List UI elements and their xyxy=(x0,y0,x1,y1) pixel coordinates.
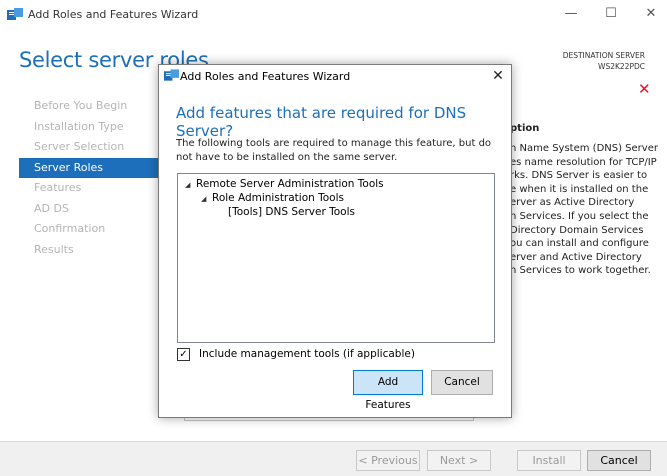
description-line: es name resolution for TCP/IP xyxy=(510,156,657,168)
required-features-tree[interactable]: ◢ Remote Server Administration Tools ◢ Rol… xyxy=(177,173,495,343)
minimize-icon[interactable]: — xyxy=(556,4,586,24)
next-button[interactable]: Next > xyxy=(427,450,491,471)
tree-item[interactable]: ◢ Role Administration Tools xyxy=(201,192,344,204)
nav-item-confirmation: Confirmation xyxy=(34,222,106,235)
maximize-icon[interactable]: ☐ xyxy=(596,4,626,24)
description-line: erver as Active Directory xyxy=(510,197,635,209)
description-text: n Name System (DNS) Server es name resol… xyxy=(510,142,660,278)
error-icon[interactable]: ✕ xyxy=(638,80,651,98)
close-icon[interactable]: ✕ xyxy=(636,4,666,24)
nav-item-results: Results xyxy=(34,242,74,256)
dialog-body-text: The following tools are required to mana… xyxy=(176,138,492,163)
dialog-heading: Add features that are required for DNS S… xyxy=(176,104,467,140)
dialog-titlebar: Add Roles and Features Wizard ✕ xyxy=(159,65,511,87)
dialog-title: Add Roles and Features Wizard xyxy=(180,70,351,83)
wizard-footer: < Previous Next > Install Cancel xyxy=(0,441,667,476)
dialog-cancel-button[interactable]: Cancel xyxy=(431,370,493,395)
window-title: Add Roles and Features Wizard xyxy=(28,8,199,21)
include-tools-label: Include management tools (if applicable) xyxy=(199,348,415,360)
description-line: ou can install and configure xyxy=(510,238,649,250)
tree-item[interactable]: ◢ Remote Server Administration Tools xyxy=(185,178,384,190)
description-line: erver and Active Directory xyxy=(510,251,642,263)
previous-button[interactable]: < Previous xyxy=(356,450,420,471)
description-line: n Services to work together. xyxy=(510,265,651,277)
description-line: Directory Domain Services xyxy=(510,224,644,236)
destination-server-name: WS2K22PDC xyxy=(598,62,645,71)
server-manager-icon xyxy=(7,8,23,20)
server-manager-icon xyxy=(164,69,179,81)
include-tools-checkbox[interactable]: ✓ xyxy=(177,348,190,361)
description-line: n Name System (DNS) Server xyxy=(510,143,658,154)
destination-server: DESTINATION SERVER WS2K22PDC xyxy=(563,50,645,72)
description-line: rks. DNS Server is easier to xyxy=(510,170,648,182)
install-button[interactable]: Install xyxy=(517,450,581,471)
tree-item[interactable]: [Tools] DNS Server Tools xyxy=(228,206,355,218)
nav-item-ad-ds: AD DS xyxy=(34,201,69,215)
nav-item-before-you-begin: Before You Begin xyxy=(34,99,128,112)
window-titlebar: Add Roles and Features Wizard — ☐ ✕ xyxy=(0,0,667,29)
nav-item-installation-type: Installation Type xyxy=(34,119,124,133)
roles-list-edge xyxy=(184,418,474,421)
nav-item-features: Features xyxy=(34,181,82,194)
nav-item-server-roles[interactable]: Server Roles xyxy=(19,157,158,178)
description-line: n Services. If you select the xyxy=(510,210,649,222)
destination-label: DESTINATION SERVER xyxy=(562,51,645,60)
nav-item-server-selection: Server Selection xyxy=(34,140,125,153)
tree-item-label: Remote Server Administration Tools xyxy=(196,178,384,190)
cancel-button[interactable]: Cancel xyxy=(587,450,651,471)
expand-arrow-icon[interactable]: ◢ xyxy=(185,181,196,189)
tree-item-label: [Tools] DNS Server Tools xyxy=(228,206,355,218)
tree-item-label: Role Administration Tools xyxy=(212,192,344,204)
add-features-dialog: Add Roles and Features Wizard ✕ Add feat… xyxy=(158,64,512,418)
description-line: e when it is installed on the xyxy=(510,183,649,195)
close-icon[interactable]: ✕ xyxy=(488,68,508,85)
add-features-button[interactable]: Add Features xyxy=(353,370,423,411)
wizard-nav: Before You Begin Installation Type Serve… xyxy=(19,96,158,260)
expand-arrow-icon[interactable]: ◢ xyxy=(201,195,212,203)
description-heading: ption xyxy=(510,123,540,134)
